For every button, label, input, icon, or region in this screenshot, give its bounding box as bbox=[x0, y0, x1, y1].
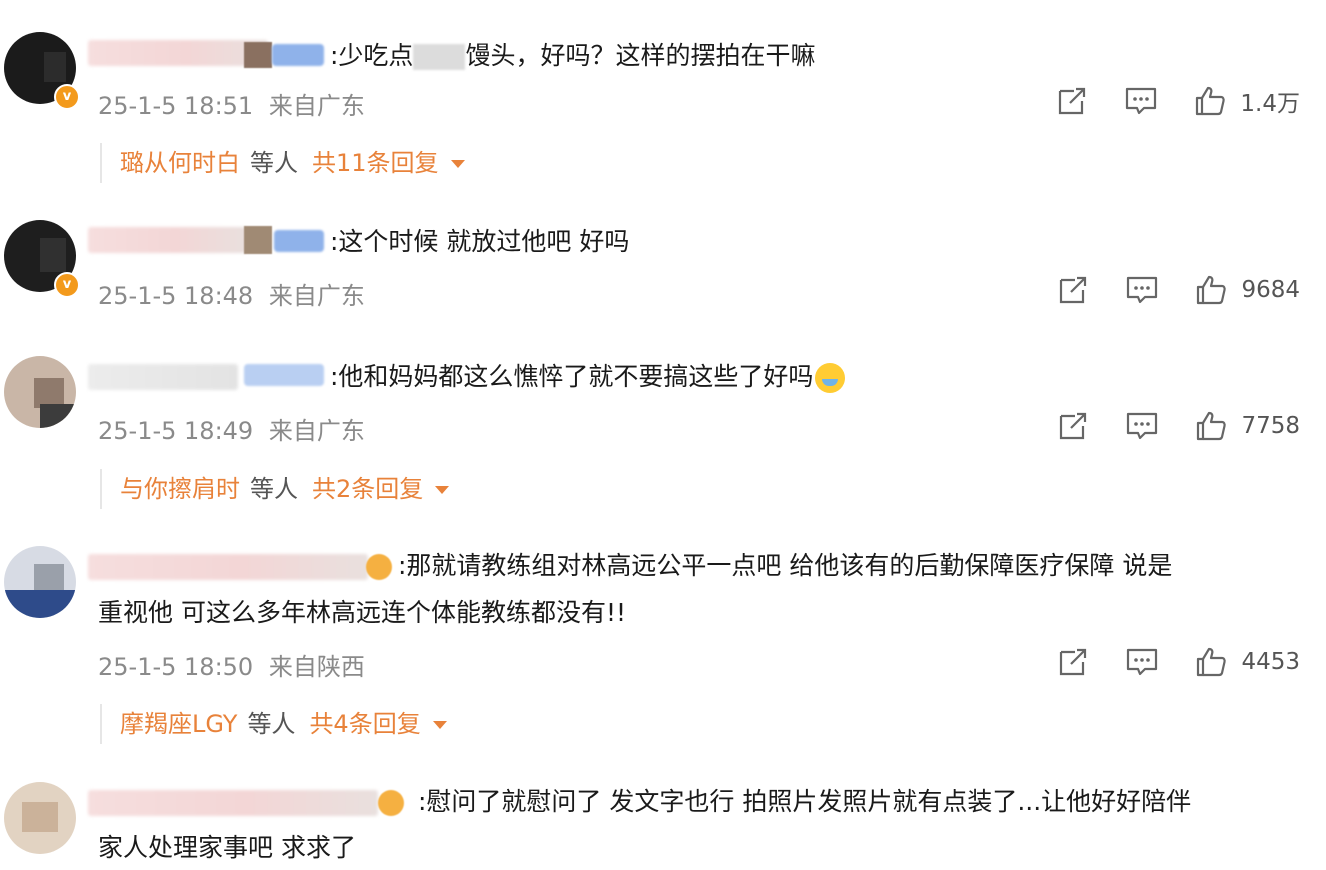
level-badge bbox=[244, 364, 324, 386]
comment-icon bbox=[1125, 410, 1159, 442]
reply-summary[interactable]: 与你擦肩时 等人 共2条回复 bbox=[100, 469, 450, 509]
like-button[interactable]: 7758 bbox=[1195, 410, 1300, 442]
reply-summary[interactable]: 摩羯座LGY 等人 共4条回复 bbox=[100, 704, 447, 744]
caret-down-icon[interactable] bbox=[432, 721, 447, 729]
comment-time: 25-1-5 18:49 bbox=[98, 417, 254, 445]
verified-badge-icon: v bbox=[54, 84, 80, 110]
like-count: 1.4万 bbox=[1240, 91, 1300, 117]
comment-button[interactable] bbox=[1125, 274, 1159, 306]
share-button[interactable] bbox=[1057, 274, 1089, 306]
comment-text-line2: 重视他 可这么多年林高远连个体能教练都没有!! bbox=[98, 598, 626, 627]
comment-time: 25-1-5 18:48 bbox=[98, 282, 254, 310]
comment-icon bbox=[1125, 646, 1159, 678]
share-button[interactable] bbox=[1057, 410, 1089, 442]
reply-author[interactable]: 璐从何时白 bbox=[120, 149, 240, 177]
username-blurred[interactable] bbox=[88, 790, 378, 816]
share-button[interactable] bbox=[1057, 646, 1089, 678]
like-button[interactable]: 9684 bbox=[1195, 274, 1300, 306]
comment-meta: 25-1-5 18:48 来自广东 bbox=[98, 276, 365, 311]
username-blurred[interactable] bbox=[88, 554, 368, 580]
reply-summary[interactable]: 璐从何时白 等人 共11条回复 bbox=[100, 143, 465, 183]
like-button[interactable]: 1.4万 bbox=[1194, 84, 1300, 118]
like-count: 9684 bbox=[1241, 277, 1300, 303]
level-badge bbox=[274, 230, 324, 252]
comment-text: :那就请教练组对林高远公平一点吧 给他该有的后勤保障医疗保障 说是 bbox=[398, 551, 1173, 580]
share-icon bbox=[1057, 646, 1089, 678]
username-blurred[interactable] bbox=[88, 227, 248, 253]
username-mosaic bbox=[244, 226, 272, 254]
like-button[interactable]: 4453 bbox=[1195, 646, 1300, 678]
comment-text: :少吃点 馒头，好吗？这样的摆拍在干嘛 bbox=[330, 41, 816, 70]
comment-icon bbox=[1124, 85, 1158, 117]
username-emoji-icon bbox=[378, 790, 404, 816]
comment-text: :慰问了就慰问了 发文字也行 拍照片发照片就有点装了...让他好好陪伴 bbox=[418, 787, 1192, 816]
text-mosaic bbox=[413, 44, 466, 70]
thumbs-up-icon bbox=[1195, 274, 1227, 306]
comment-actions: 9684 bbox=[1057, 274, 1300, 306]
share-button[interactable] bbox=[1056, 85, 1088, 117]
share-icon bbox=[1057, 410, 1089, 442]
comment-meta: 25-1-5 18:51 来自广东 bbox=[98, 86, 365, 121]
reply-author[interactable]: 与你擦肩时 bbox=[120, 475, 240, 503]
comment-location: 来自广东 bbox=[268, 92, 365, 120]
username-emoji-icon bbox=[366, 554, 392, 580]
like-count: 4453 bbox=[1241, 649, 1300, 675]
comment-actions: 7758 bbox=[1057, 410, 1300, 442]
crying-face-emoji-icon bbox=[815, 363, 846, 393]
thumbs-up-icon bbox=[1195, 646, 1227, 678]
caret-down-icon[interactable] bbox=[435, 486, 450, 494]
comment-time: 25-1-5 18:51 bbox=[98, 92, 254, 120]
reply-count[interactable]: 共11条回复 bbox=[312, 149, 439, 177]
comment-meta: 25-1-5 18:49 来自广东 bbox=[98, 411, 365, 446]
thumbs-up-icon bbox=[1194, 85, 1226, 117]
comment-icon bbox=[1125, 274, 1159, 306]
avatar[interactable] bbox=[4, 546, 76, 618]
thumbs-up-icon bbox=[1195, 410, 1227, 442]
comment-text: :他和妈妈都这么憔悴了就不要搞这些了好吗 bbox=[330, 355, 846, 399]
comment-button[interactable] bbox=[1125, 410, 1159, 442]
reply-count[interactable]: 共4条回复 bbox=[309, 710, 420, 738]
like-count: 7758 bbox=[1241, 413, 1300, 439]
caret-down-icon[interactable] bbox=[450, 160, 465, 168]
comment-button[interactable] bbox=[1124, 85, 1158, 117]
comment-text-line2: 家人处理家事吧 求求了 bbox=[98, 833, 356, 862]
reply-author[interactable]: 摩羯座LGY bbox=[120, 710, 237, 738]
comment-actions: 4453 bbox=[1057, 646, 1300, 678]
username-mosaic bbox=[244, 42, 272, 68]
username-blurred[interactable] bbox=[88, 364, 238, 390]
share-icon bbox=[1057, 274, 1089, 306]
reply-count[interactable]: 共2条回复 bbox=[312, 475, 423, 503]
comment-location: 来自广东 bbox=[268, 282, 365, 310]
comment-location: 来自广东 bbox=[268, 417, 365, 445]
level-badge bbox=[272, 44, 324, 66]
username-blurred[interactable] bbox=[88, 40, 268, 66]
comment-button[interactable] bbox=[1125, 646, 1159, 678]
comment-location: 来自陕西 bbox=[268, 653, 365, 681]
avatar[interactable] bbox=[4, 782, 76, 854]
comment-actions: 1.4万 bbox=[1056, 84, 1300, 118]
share-icon bbox=[1056, 85, 1088, 117]
verified-badge-icon: v bbox=[54, 272, 80, 298]
avatar[interactable] bbox=[4, 356, 76, 428]
comment-meta: 25-1-5 18:50 来自陕西 bbox=[98, 647, 365, 682]
comment-text: :这个时候 就放过他吧 好吗 bbox=[330, 227, 630, 256]
comment-time: 25-1-5 18:50 bbox=[98, 653, 254, 681]
